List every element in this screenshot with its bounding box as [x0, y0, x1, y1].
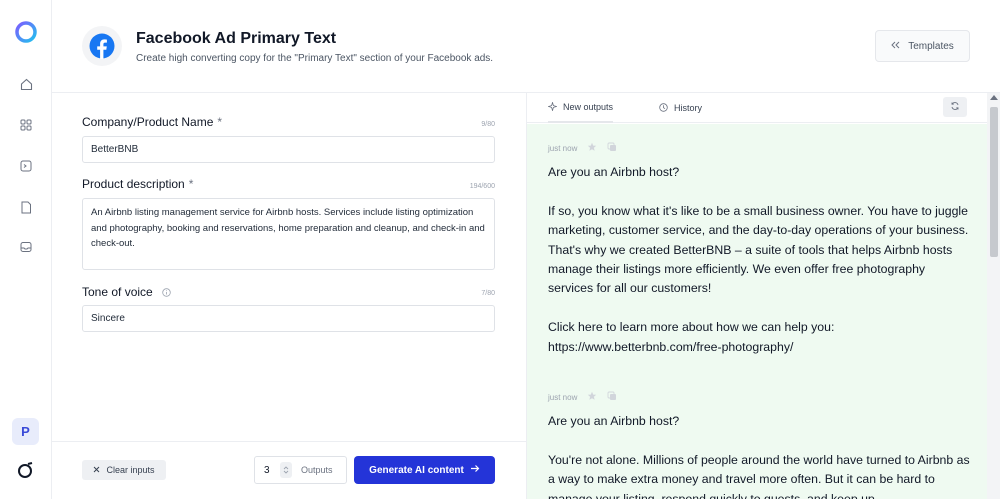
result-text[interactable]: Are you an Airbnb host? If so, you know … [548, 163, 973, 357]
outputs-count-field[interactable]: 3 Outputs [254, 456, 347, 484]
output-panel: New outputs History just now Are you an … [526, 93, 1000, 499]
outputs-count-value[interactable]: 3 [264, 465, 278, 476]
form-footer: Clear inputs 3 Outputs Generate AI conte… [52, 441, 526, 499]
scroll-up-icon[interactable] [990, 95, 998, 100]
result-timestamp: just now [548, 143, 578, 153]
generate-label: Generate AI content [369, 464, 464, 476]
description-counter: 194/600 [469, 183, 495, 190]
input-form: Company/Product Name * 9/80 BetterBNB Pro… [52, 93, 526, 499]
close-icon [93, 465, 100, 475]
star-icon[interactable] [587, 142, 597, 154]
avatar[interactable]: P [12, 418, 39, 445]
info-icon[interactable] [162, 286, 171, 300]
company-counter: 9/80 [481, 121, 495, 128]
tone-input-value: Sincere [91, 313, 125, 324]
left-rail: P [0, 0, 52, 499]
clock-icon [659, 102, 668, 114]
arrow-right-icon [470, 464, 480, 476]
tab-history-label: History [674, 103, 703, 113]
sparkle-icon [547, 100, 558, 113]
page-title: Facebook Ad Primary Text [136, 30, 337, 47]
description-label: Product description * [82, 177, 194, 191]
company-label: Company/Product Name * [82, 115, 223, 129]
facebook-icon [82, 26, 122, 66]
scroll-thumb[interactable] [990, 107, 998, 257]
company-input-value: BetterBNB [91, 144, 139, 155]
tab-new-outputs[interactable]: New outputs [547, 93, 614, 123]
tone-counter: 7/80 [481, 290, 495, 297]
description-textarea[interactable]: An Airbnb listing management service for… [82, 198, 495, 270]
copy-icon[interactable] [607, 391, 617, 403]
inbox-icon[interactable] [18, 239, 34, 255]
tone-label: Tone of voice [82, 285, 171, 300]
result-card: just now Are you an Airbnb host? If so, … [548, 142, 973, 357]
star-icon[interactable] [587, 391, 597, 403]
result-card: just now Are you an Airbnb host? You're … [548, 391, 973, 499]
home-icon[interactable] [18, 76, 34, 92]
outputs-label: Outputs [301, 465, 333, 475]
refresh-icon [950, 98, 960, 116]
result-meta: just now [548, 142, 973, 154]
generate-button[interactable]: Generate AI content [354, 456, 495, 484]
templates-button[interactable]: Templates [875, 30, 970, 62]
clear-inputs-button[interactable]: Clear inputs [82, 460, 166, 480]
output-tabs: New outputs History [527, 93, 1000, 123]
terminal-icon[interactable] [18, 158, 34, 174]
page-subtitle: Create high converting copy for the "Pri… [136, 53, 494, 64]
result-timestamp: just now [548, 392, 578, 402]
copy-icon[interactable] [607, 142, 617, 154]
results-list: just now Are you an Airbnb host? If so, … [527, 124, 987, 499]
tab-new-outputs-label: New outputs [563, 102, 614, 112]
grid-icon[interactable] [18, 117, 34, 133]
templates-label: Templates [908, 40, 954, 52]
company-input[interactable]: BetterBNB [82, 136, 495, 163]
refresh-button[interactable] [943, 97, 967, 117]
result-meta: just now [548, 391, 973, 403]
document-icon[interactable] [18, 199, 34, 215]
quantity-stepper[interactable] [280, 462, 292, 478]
results-scrollbar[interactable] [987, 93, 1000, 499]
app-logo-icon[interactable] [13, 20, 39, 44]
tab-history[interactable]: History [659, 93, 702, 123]
result-text[interactable]: Are you an Airbnb host? You're not alone… [548, 412, 973, 499]
clear-inputs-label: Clear inputs [106, 465, 155, 475]
tone-input[interactable]: Sincere [82, 305, 495, 332]
page-header: Facebook Ad Primary Text Create high con… [52, 0, 1000, 93]
double-chevron-left-icon [891, 41, 900, 52]
brand-logo-icon[interactable] [16, 460, 36, 480]
